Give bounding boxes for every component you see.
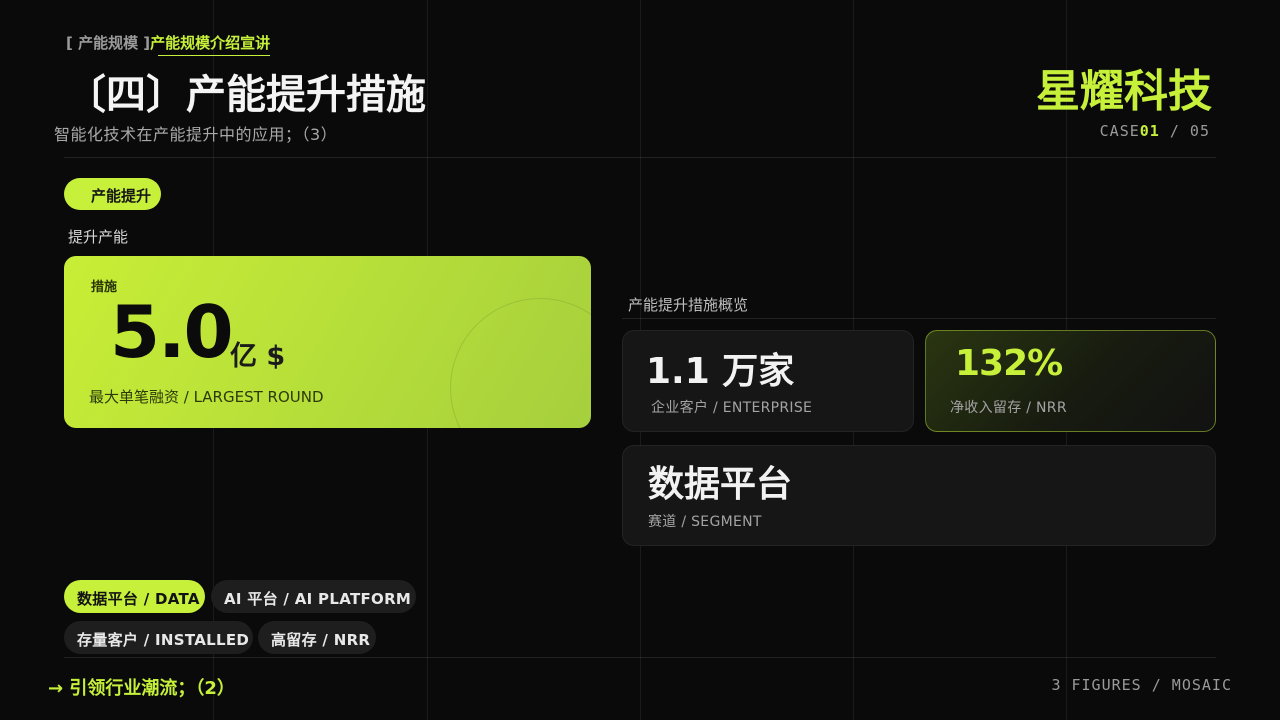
case-current: 01 xyxy=(1139,122,1160,140)
hero-card: 措施 5.0 亿 $ 最大单笔融资 / LARGEST ROUND xyxy=(64,256,591,428)
stat-caption: 净收入留存 / NRR xyxy=(950,400,1067,416)
tag-chip-label: 数据平台 / DATA xyxy=(77,590,200,608)
section-pill: 产能提升 xyxy=(64,178,161,210)
footer-note: → 引领行业潮流；（2） xyxy=(48,678,235,699)
case-label: CASE xyxy=(1099,122,1140,140)
tag-chip-label: 高留存 / NRR xyxy=(271,631,371,649)
decorative-circle xyxy=(450,298,591,428)
stat-value: 1.1 万家 xyxy=(646,351,795,392)
tag-chip-data[interactable]: 数据平台 / DATA xyxy=(64,580,205,613)
breadcrumb-prefix: [ 产能规模 ] xyxy=(66,34,151,52)
stat-value: 数据平台 xyxy=(648,464,793,505)
case-total: / 05 xyxy=(1169,122,1210,140)
page-subtitle: 智能化技术在产能提升中的应用；（3） xyxy=(54,125,338,144)
stat-card-segment: 数据平台 赛道 / SEGMENT xyxy=(622,445,1216,546)
header-divider xyxy=(64,157,1216,158)
hero-value: 5.0 xyxy=(110,290,234,374)
footer-meta: 3 FIGURES / MOSAIC xyxy=(1051,676,1232,694)
footer-divider xyxy=(64,657,1216,658)
brand-logo: 星耀科技 xyxy=(1036,66,1212,117)
tag-chip-ai-platform[interactable]: AI 平台 / AI PLATFORM xyxy=(211,580,416,613)
section-label: 提升产能 xyxy=(68,228,129,246)
stat-card-enterprise: 1.1 万家 企业客户 / ENTERPRISE xyxy=(622,330,914,432)
case-pager: CASE01 / 05 xyxy=(1100,122,1210,140)
tag-chip-installed[interactable]: 存量客户 / INSTALLED xyxy=(64,621,253,654)
stat-caption: 企业客户 / ENTERPRISE xyxy=(651,400,813,416)
overview-divider xyxy=(622,318,1216,319)
breadcrumb-underline xyxy=(158,55,271,56)
overview-title: 产能提升措施概览 xyxy=(628,296,749,314)
stat-value: 132% xyxy=(955,343,1063,384)
stat-card-nrr: 132% 净收入留存 / NRR xyxy=(925,330,1216,432)
stat-caption: 赛道 / SEGMENT xyxy=(648,514,762,530)
tag-chip-label: AI 平台 / AI PLATFORM xyxy=(224,590,412,608)
page-title: 〔四〕产能提升措施 xyxy=(66,72,426,118)
section-pill-label: 产能提升 xyxy=(91,187,152,205)
tag-chip-nrr[interactable]: 高留存 / NRR xyxy=(258,621,376,654)
hero-unit: 亿 $ xyxy=(230,341,286,372)
hero-caption: 最大单笔融资 / LARGEST ROUND xyxy=(89,388,324,406)
tag-chip-label: 存量客户 / INSTALLED xyxy=(77,631,250,649)
breadcrumb: [ 产能规模 ]产能规模介绍宣讲 xyxy=(66,32,271,56)
breadcrumb-current: 产能规模介绍宣讲 xyxy=(150,34,271,52)
